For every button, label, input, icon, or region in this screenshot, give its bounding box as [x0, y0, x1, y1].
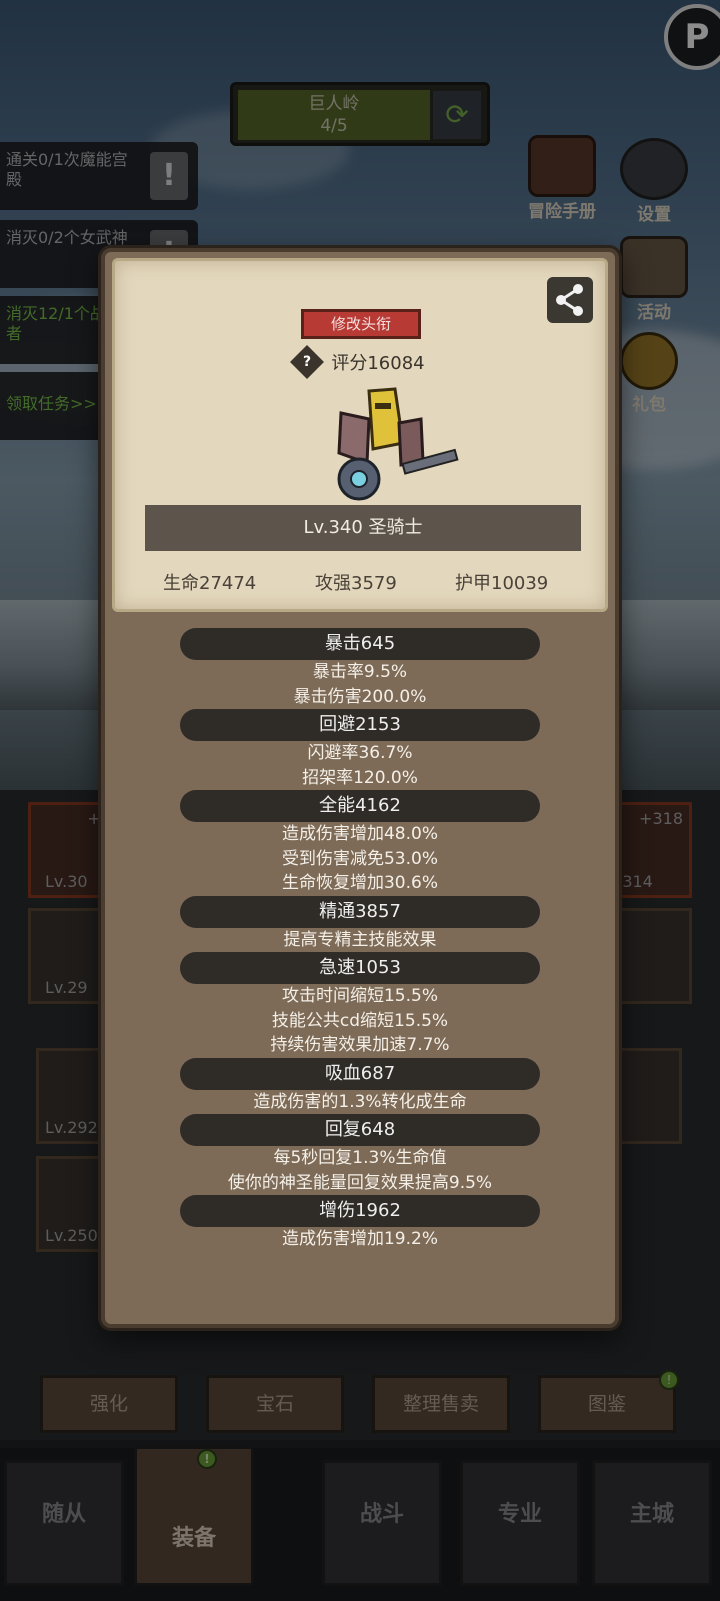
- help-icon[interactable]: ?: [290, 345, 325, 379]
- share-button[interactable]: [547, 277, 593, 323]
- attribute-list: 暴击645 暴击率9.5% 暴击伤害200.0% 回避2153 闪避率36.7%…: [105, 628, 615, 1252]
- attribute-line: 闪避率36.7%: [307, 743, 413, 763]
- attribute-line: 每5秒回复1.3%生命值: [273, 1148, 447, 1168]
- armor-stat: 护甲10039: [455, 573, 549, 594]
- attribute-header: 急速1053: [180, 952, 540, 984]
- attribute-line: 提高专精主技能效果: [283, 929, 437, 950]
- attribute-header: 回复648: [180, 1114, 540, 1146]
- hp-stat: 生命27474: [163, 573, 257, 594]
- attribute-header: 吸血687: [180, 1057, 540, 1090]
- character-stats-modal: 修改头衔 ? 评分16084 Lv.340 圣骑士 生命27474 攻强3579 …: [101, 248, 619, 1328]
- attribute-line: 生命恢复增加30.6%: [281, 873, 438, 893]
- attribute-line: 造成伤害增加19.2%: [281, 1229, 438, 1249]
- attribute-line: 暴击率9.5%: [312, 662, 408, 682]
- attribute-line: 攻击时间缩短15.5%: [281, 986, 438, 1006]
- share-icon: [556, 284, 583, 316]
- score-row: ? 评分16084: [115, 345, 605, 379]
- attribute-line: 技能公共cd缩短15.5%: [271, 1010, 449, 1031]
- character-card: 修改头衔 ? 评分16084 Lv.340 圣骑士 生命27474 攻强3579 …: [112, 258, 608, 612]
- attribute-header: 精通3857: [180, 895, 540, 928]
- attribute-line: 造成伤害的1.3%转化成生命: [253, 1091, 467, 1112]
- attribute-line: 造成伤害增加48.0%: [281, 824, 438, 844]
- attribute-header: 全能4162: [180, 790, 540, 822]
- attribute-line: 持续伤害效果加速7.7%: [270, 1035, 450, 1055]
- attack-stat: 攻强3579: [315, 573, 397, 594]
- attribute-header: 增伤1962: [180, 1195, 540, 1227]
- change-title-button[interactable]: 修改头衔: [301, 309, 421, 339]
- attribute-line: 受到伤害减免53.0%: [281, 848, 438, 869]
- attribute-line: 招架率120.0%: [302, 767, 418, 788]
- attribute-header: 回避2153: [180, 709, 540, 741]
- score-value: 评分16084: [331, 353, 425, 374]
- hero-name-bar: Lv.340 圣骑士: [145, 505, 581, 551]
- attribute-line: 使你的神圣能量回复效果提高9.5%: [227, 1172, 493, 1193]
- attribute-header: 暴击645: [180, 628, 540, 660]
- paladin-hero-sprite: [337, 387, 459, 501]
- attribute-line: 暴击伤害200.0%: [293, 686, 427, 707]
